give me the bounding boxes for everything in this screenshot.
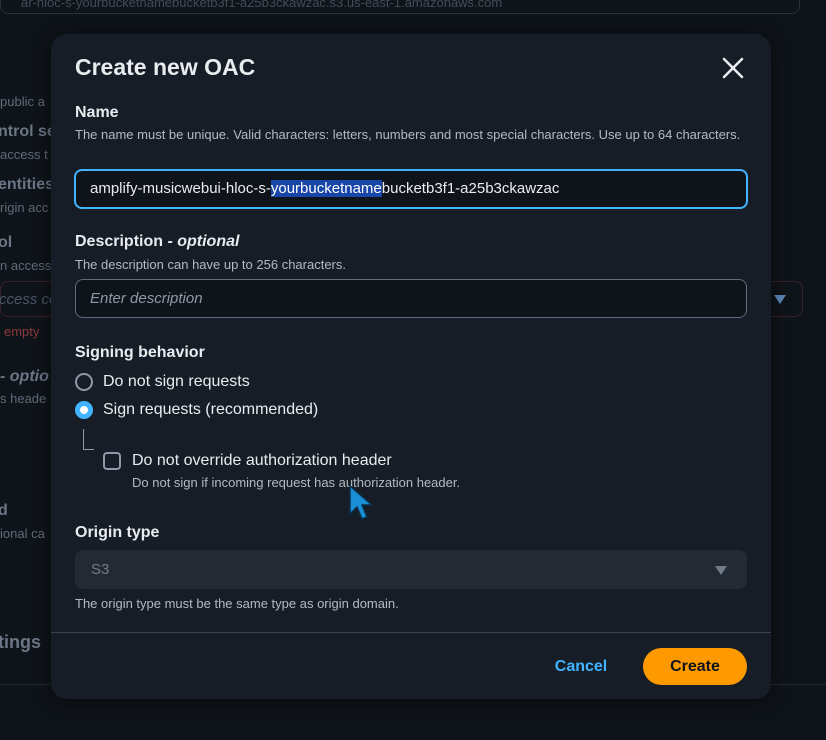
cancel-button[interactable]: Cancel: [545, 652, 617, 682]
checkbox-hint: Do not sign if incoming request has auth…: [132, 475, 461, 490]
close-icon: [722, 57, 744, 79]
description-input[interactable]: Enter description: [75, 279, 747, 318]
close-button[interactable]: [719, 54, 747, 82]
caret-down-icon: [715, 566, 727, 575]
background-text: access t: [0, 147, 48, 162]
background-text: ional ca: [0, 526, 45, 541]
background-text: rigin acc: [0, 200, 49, 215]
background-heading: entities: [0, 176, 55, 193]
modal-title: Create new OAC: [75, 54, 256, 80]
background-origin-domain-field: ar-hloc-s-yourbucketnamebucketb3f1-a25b3…: [0, 0, 800, 14]
radio-button[interactable]: [75, 373, 93, 391]
background-error-text: empty: [4, 324, 40, 339]
origin-type-select[interactable]: S3: [75, 550, 747, 589]
background-origin-domain-text: ar-hloc-s-yourbucketnamebucketb3f1-a25b3…: [21, 0, 503, 10]
background-heading: - optio: [0, 368, 49, 385]
description-hint: The description can have up to 256 chara…: [75, 257, 346, 272]
create-oac-modal: Create new OAC Name The name must be uni…: [51, 34, 771, 699]
description-label: Description - optional: [75, 233, 239, 251]
radio-button-selected[interactable]: [75, 401, 93, 419]
origin-type-label: Origin type: [75, 524, 160, 541]
create-button[interactable]: Create: [643, 648, 747, 685]
description-label-separator: -: [163, 233, 178, 250]
tree-connector-line: [83, 449, 94, 450]
background-heading: tings: [0, 632, 41, 652]
checkbox[interactable]: [103, 452, 121, 470]
name-label: Name: [75, 104, 119, 121]
name-value-selected: yourbucketname: [270, 180, 382, 197]
description-placeholder: Enter description: [90, 290, 203, 307]
background-heading: ol: [0, 234, 13, 251]
origin-type-hint: The origin type must be the same type as…: [75, 596, 399, 611]
radio-label: Do not sign requests: [103, 373, 250, 390]
background-text: n access: [0, 258, 52, 273]
chevron-down-icon: [774, 295, 786, 304]
tree-connector-line: [83, 429, 84, 450]
radio-do-not-sign[interactable]: Do not sign requests: [75, 371, 250, 393]
name-value-prefix: amplify-musicwebui-hloc-s-: [90, 180, 271, 197]
footer-divider: [51, 632, 771, 633]
background-heading: ntrol se: [0, 123, 56, 140]
name-hint: The name must be unique. Valid character…: [75, 127, 741, 142]
mouse-pointer-icon: [349, 485, 373, 520]
background-text: public a: [0, 94, 45, 109]
description-label-text: Description: [75, 233, 164, 250]
signing-behavior-label: Signing behavior: [75, 344, 205, 361]
description-optional-tag: optional: [177, 233, 240, 250]
radio-sign-requests[interactable]: Sign requests (recommended): [75, 399, 318, 421]
checkbox-label: Do not override authorization header: [132, 452, 392, 469]
origin-type-value: S3: [91, 561, 110, 578]
radio-label: Sign requests (recommended): [103, 401, 319, 418]
background-text: s heade: [0, 391, 47, 406]
background-heading: d: [0, 502, 8, 519]
do-not-override-auth-checkbox[interactable]: Do not override authorization header: [103, 452, 392, 470]
name-value-suffix: bucketb3f1-a25b3ckawzac: [381, 180, 560, 197]
name-input[interactable]: amplify-musicwebui-hloc-s-yourbucketname…: [74, 169, 748, 209]
